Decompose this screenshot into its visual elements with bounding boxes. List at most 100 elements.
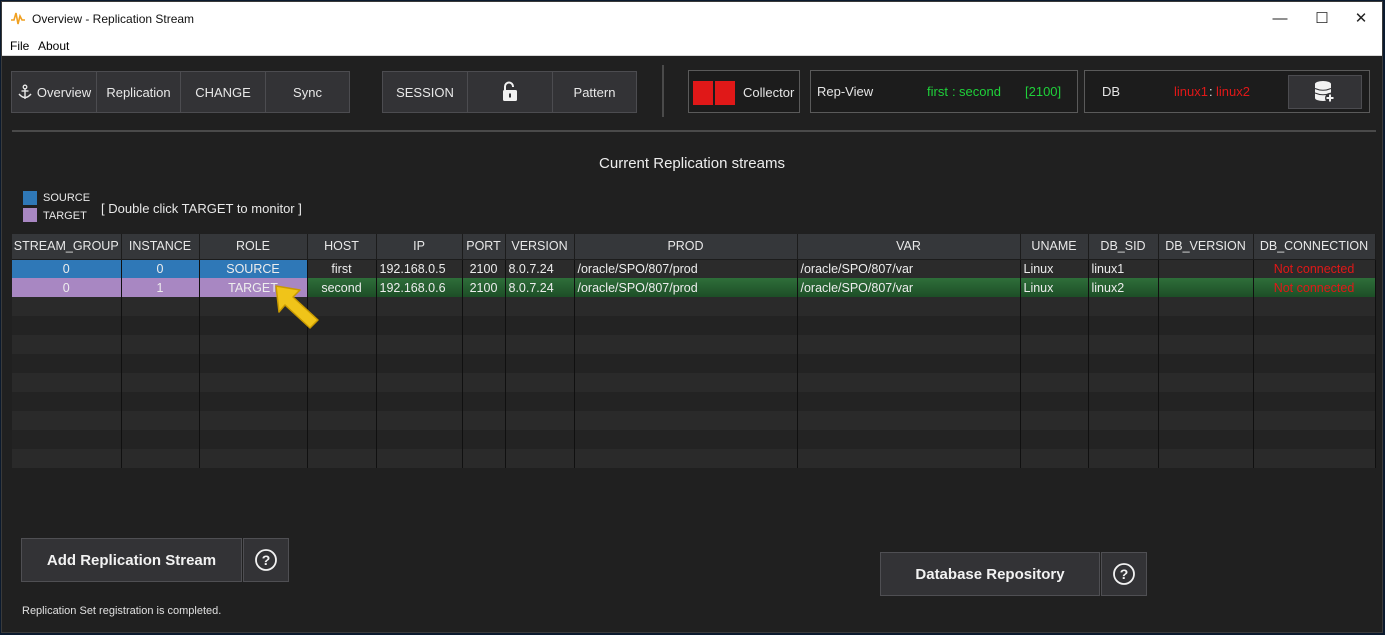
cell-stream-group[interactable]: 0 xyxy=(12,278,122,297)
cell-version[interactable]: 8.0.7.24 xyxy=(505,278,575,297)
menu-bar: File About xyxy=(2,35,1382,56)
cell-version[interactable]: 8.0.7.24 xyxy=(505,259,575,278)
col-prod[interactable]: PROD xyxy=(574,234,798,260)
overview-button[interactable]: Overview xyxy=(11,71,97,113)
svg-text:?: ? xyxy=(1120,566,1129,582)
col-var[interactable]: VAR xyxy=(797,234,1021,260)
cell-db-version[interactable] xyxy=(1158,259,1254,278)
db-second: linux2 xyxy=(1216,84,1250,99)
col-instance[interactable]: INSTANCE xyxy=(121,234,200,260)
cell-db-connection[interactable]: Not connected xyxy=(1253,259,1376,278)
legend-target-label: TARGET xyxy=(43,210,87,222)
menu-file[interactable]: File xyxy=(10,39,29,53)
legend-source-label: SOURCE xyxy=(43,192,91,204)
col-db-sid[interactable]: DB_SID xyxy=(1088,234,1159,260)
db-repo-help-button[interactable]: ? xyxy=(1101,552,1147,596)
col-role[interactable]: ROLE xyxy=(199,234,308,260)
cell-var[interactable]: /oracle/SPO/807/var xyxy=(797,259,1021,278)
empty-row xyxy=(12,411,1376,430)
minimize-button[interactable]: — xyxy=(1265,8,1295,30)
cell-instance[interactable]: 0 xyxy=(121,259,200,278)
database-add-icon xyxy=(1314,81,1335,103)
cell-prod[interactable]: /oracle/SPO/807/prod xyxy=(574,278,798,297)
col-port[interactable]: PORT xyxy=(462,234,506,260)
monitor-hint: [ Double click TARGET to monitor ] xyxy=(101,201,302,216)
sync-button[interactable]: Sync xyxy=(265,71,350,113)
collector-button[interactable]: Collector xyxy=(688,70,800,113)
pattern-button[interactable]: Pattern xyxy=(552,71,637,113)
cell-ip[interactable]: 192.168.0.6 xyxy=(376,278,463,297)
table-header-row: STREAM_GROUP INSTANCE ROLE HOST IP PORT … xyxy=(12,234,1376,260)
status-message: Replication Set registration is complete… xyxy=(22,605,222,617)
empty-row xyxy=(12,297,1376,316)
add-replication-stream-label: Add Replication Stream xyxy=(46,551,217,569)
cell-db-sid[interactable]: linux1 xyxy=(1088,259,1159,278)
replication-streams-table: STREAM_GROUP INSTANCE ROLE HOST IP PORT … xyxy=(12,234,1376,468)
cell-uname[interactable]: Linux xyxy=(1020,278,1089,297)
table-row[interactable]: 0 0 SOURCE first 192.168.0.5 2100 8.0.7.… xyxy=(12,259,1376,278)
replication-button[interactable]: Replication xyxy=(96,71,181,113)
menu-about[interactable]: About xyxy=(38,39,69,53)
db-first: linux1 xyxy=(1174,84,1208,99)
cell-stream-group[interactable]: 0 xyxy=(12,259,122,278)
col-version[interactable]: VERSION xyxy=(505,234,575,260)
rep-view-first: first xyxy=(927,84,948,99)
cell-ip[interactable]: 192.168.0.5 xyxy=(376,259,463,278)
add-database-button[interactable] xyxy=(1288,75,1362,109)
cell-host[interactable]: first xyxy=(307,259,377,278)
database-repository-button[interactable]: Database Repository xyxy=(880,552,1100,596)
add-stream-help-button[interactable]: ? xyxy=(243,538,289,582)
cell-db-version[interactable] xyxy=(1158,278,1254,297)
col-db-connection[interactable]: DB_CONNECTION xyxy=(1253,234,1376,260)
lock-button[interactable] xyxy=(467,71,553,113)
cell-port[interactable]: 2100 xyxy=(462,278,506,297)
empty-row xyxy=(12,392,1376,411)
cell-prod[interactable]: /oracle/SPO/807/prod xyxy=(574,259,798,278)
cell-db-sid[interactable]: linux2 xyxy=(1088,278,1159,297)
cell-instance[interactable]: 1 xyxy=(121,278,200,297)
section-title: Current Replication streams xyxy=(599,155,785,172)
rep-view-sep: : xyxy=(952,84,956,99)
add-replication-stream-button[interactable]: Add Replication Stream xyxy=(21,538,242,582)
change-button[interactable]: CHANGE xyxy=(180,71,266,113)
close-button[interactable]: ✕ xyxy=(1346,8,1376,30)
change-label: CHANGE xyxy=(195,84,251,100)
svg-text:?: ? xyxy=(262,552,271,568)
db-label: DB xyxy=(1102,84,1121,99)
cell-var[interactable]: /oracle/SPO/807/var xyxy=(797,278,1021,297)
col-db-version[interactable]: DB_VERSION xyxy=(1158,234,1254,260)
help-icon: ? xyxy=(255,549,277,571)
col-stream-group[interactable]: STREAM_GROUP xyxy=(12,234,122,260)
app-logo-icon xyxy=(11,12,25,25)
empty-row xyxy=(12,335,1376,354)
empty-row xyxy=(12,449,1376,468)
app-window: Overview - Replication Stream — ☐ ✕ File… xyxy=(1,1,1383,633)
empty-row xyxy=(12,354,1376,373)
empty-row xyxy=(12,316,1376,335)
legend-source-swatch xyxy=(23,191,37,205)
header-divider xyxy=(12,130,1376,132)
rep-view-second: second xyxy=(959,84,1001,99)
cell-port[interactable]: 2100 xyxy=(462,259,506,278)
window-title: Overview - Replication Stream xyxy=(32,12,195,26)
title-bar: Overview - Replication Stream — ☐ ✕ xyxy=(2,2,1382,35)
collector-label: Collector xyxy=(743,85,795,100)
legend-target-swatch xyxy=(23,208,37,222)
help-icon: ? xyxy=(1113,563,1135,585)
col-host[interactable]: HOST xyxy=(307,234,377,260)
empty-row xyxy=(12,430,1376,449)
cell-db-connection[interactable]: Not connected xyxy=(1253,278,1376,297)
cell-uname[interactable]: Linux xyxy=(1020,259,1089,278)
session-button[interactable]: SESSION xyxy=(382,71,468,113)
table-row[interactable]: 0 1 TARGET second 192.168.0.6 2100 8.0.7… xyxy=(12,278,1376,297)
col-uname[interactable]: UNAME xyxy=(1020,234,1089,260)
maximize-button[interactable]: ☐ xyxy=(1307,8,1337,30)
unlock-icon xyxy=(503,81,517,101)
collector-status-left xyxy=(693,81,713,105)
rep-view-port: [2100] xyxy=(1025,84,1062,99)
session-label: SESSION xyxy=(396,84,454,100)
cell-role[interactable]: SOURCE xyxy=(199,259,308,278)
rep-view-panel: Rep-View first : second [2100] xyxy=(810,70,1078,113)
rep-view-label: Rep-View xyxy=(817,84,874,99)
col-ip[interactable]: IP xyxy=(376,234,463,260)
